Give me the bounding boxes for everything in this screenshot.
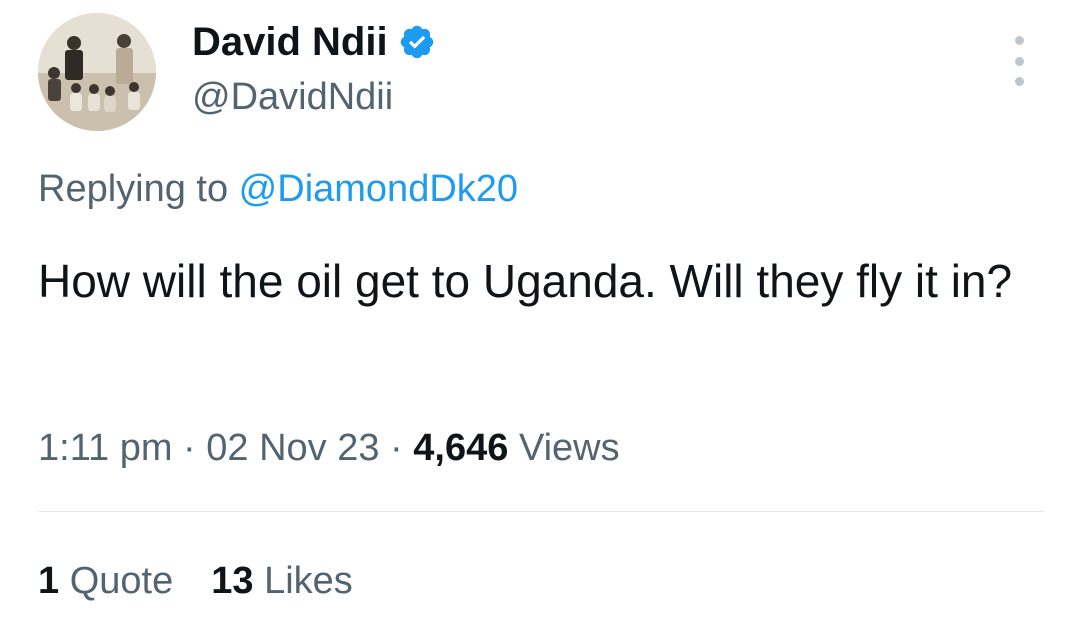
tweet-time[interactable]: 1:11 pm bbox=[38, 427, 172, 469]
likes-link[interactable]: 13 Likes bbox=[211, 557, 353, 605]
avatar[interactable] bbox=[38, 13, 156, 131]
views-count: 4,646 bbox=[413, 427, 509, 469]
more-dot bbox=[1014, 56, 1024, 66]
quotes-count: 1 bbox=[38, 560, 60, 602]
more-dot bbox=[1014, 36, 1024, 45]
likes-count: 13 bbox=[211, 560, 254, 602]
quotes-link[interactable]: 1 Quote bbox=[38, 557, 173, 605]
verified-badge-icon bbox=[398, 23, 436, 61]
tweet-stats: 1 Quote 13 Likes bbox=[38, 557, 391, 605]
quotes-label: Quote bbox=[69, 560, 174, 602]
likes-label: Likes bbox=[264, 560, 353, 602]
author-display-name: David Ndii bbox=[192, 20, 388, 64]
more-options-icon[interactable] bbox=[1004, 36, 1034, 86]
views-label: Views bbox=[518, 427, 620, 469]
tweet-date[interactable]: 02 Nov 23 bbox=[206, 427, 379, 469]
meta-separator: · bbox=[172, 427, 207, 469]
tweet-meta: 1:11 pm · 02 Nov 23 · 4,646 Views bbox=[38, 424, 620, 472]
tweet-text: How will the oil get to Uganda. Will the… bbox=[38, 255, 1013, 307]
divider bbox=[38, 511, 1044, 512]
avatar-photo bbox=[38, 13, 156, 131]
author-handle[interactable]: @DavidNdii bbox=[192, 74, 393, 120]
more-dot bbox=[1014, 77, 1024, 86]
replying-prefix: Replying to bbox=[38, 168, 239, 210]
replying-to: Replying to @DiamondDk20 bbox=[38, 165, 518, 213]
meta-separator: · bbox=[379, 427, 414, 469]
reply-mention-link[interactable]: @DiamondDk20 bbox=[239, 168, 518, 210]
author-name-row[interactable]: David Ndii bbox=[192, 18, 436, 66]
